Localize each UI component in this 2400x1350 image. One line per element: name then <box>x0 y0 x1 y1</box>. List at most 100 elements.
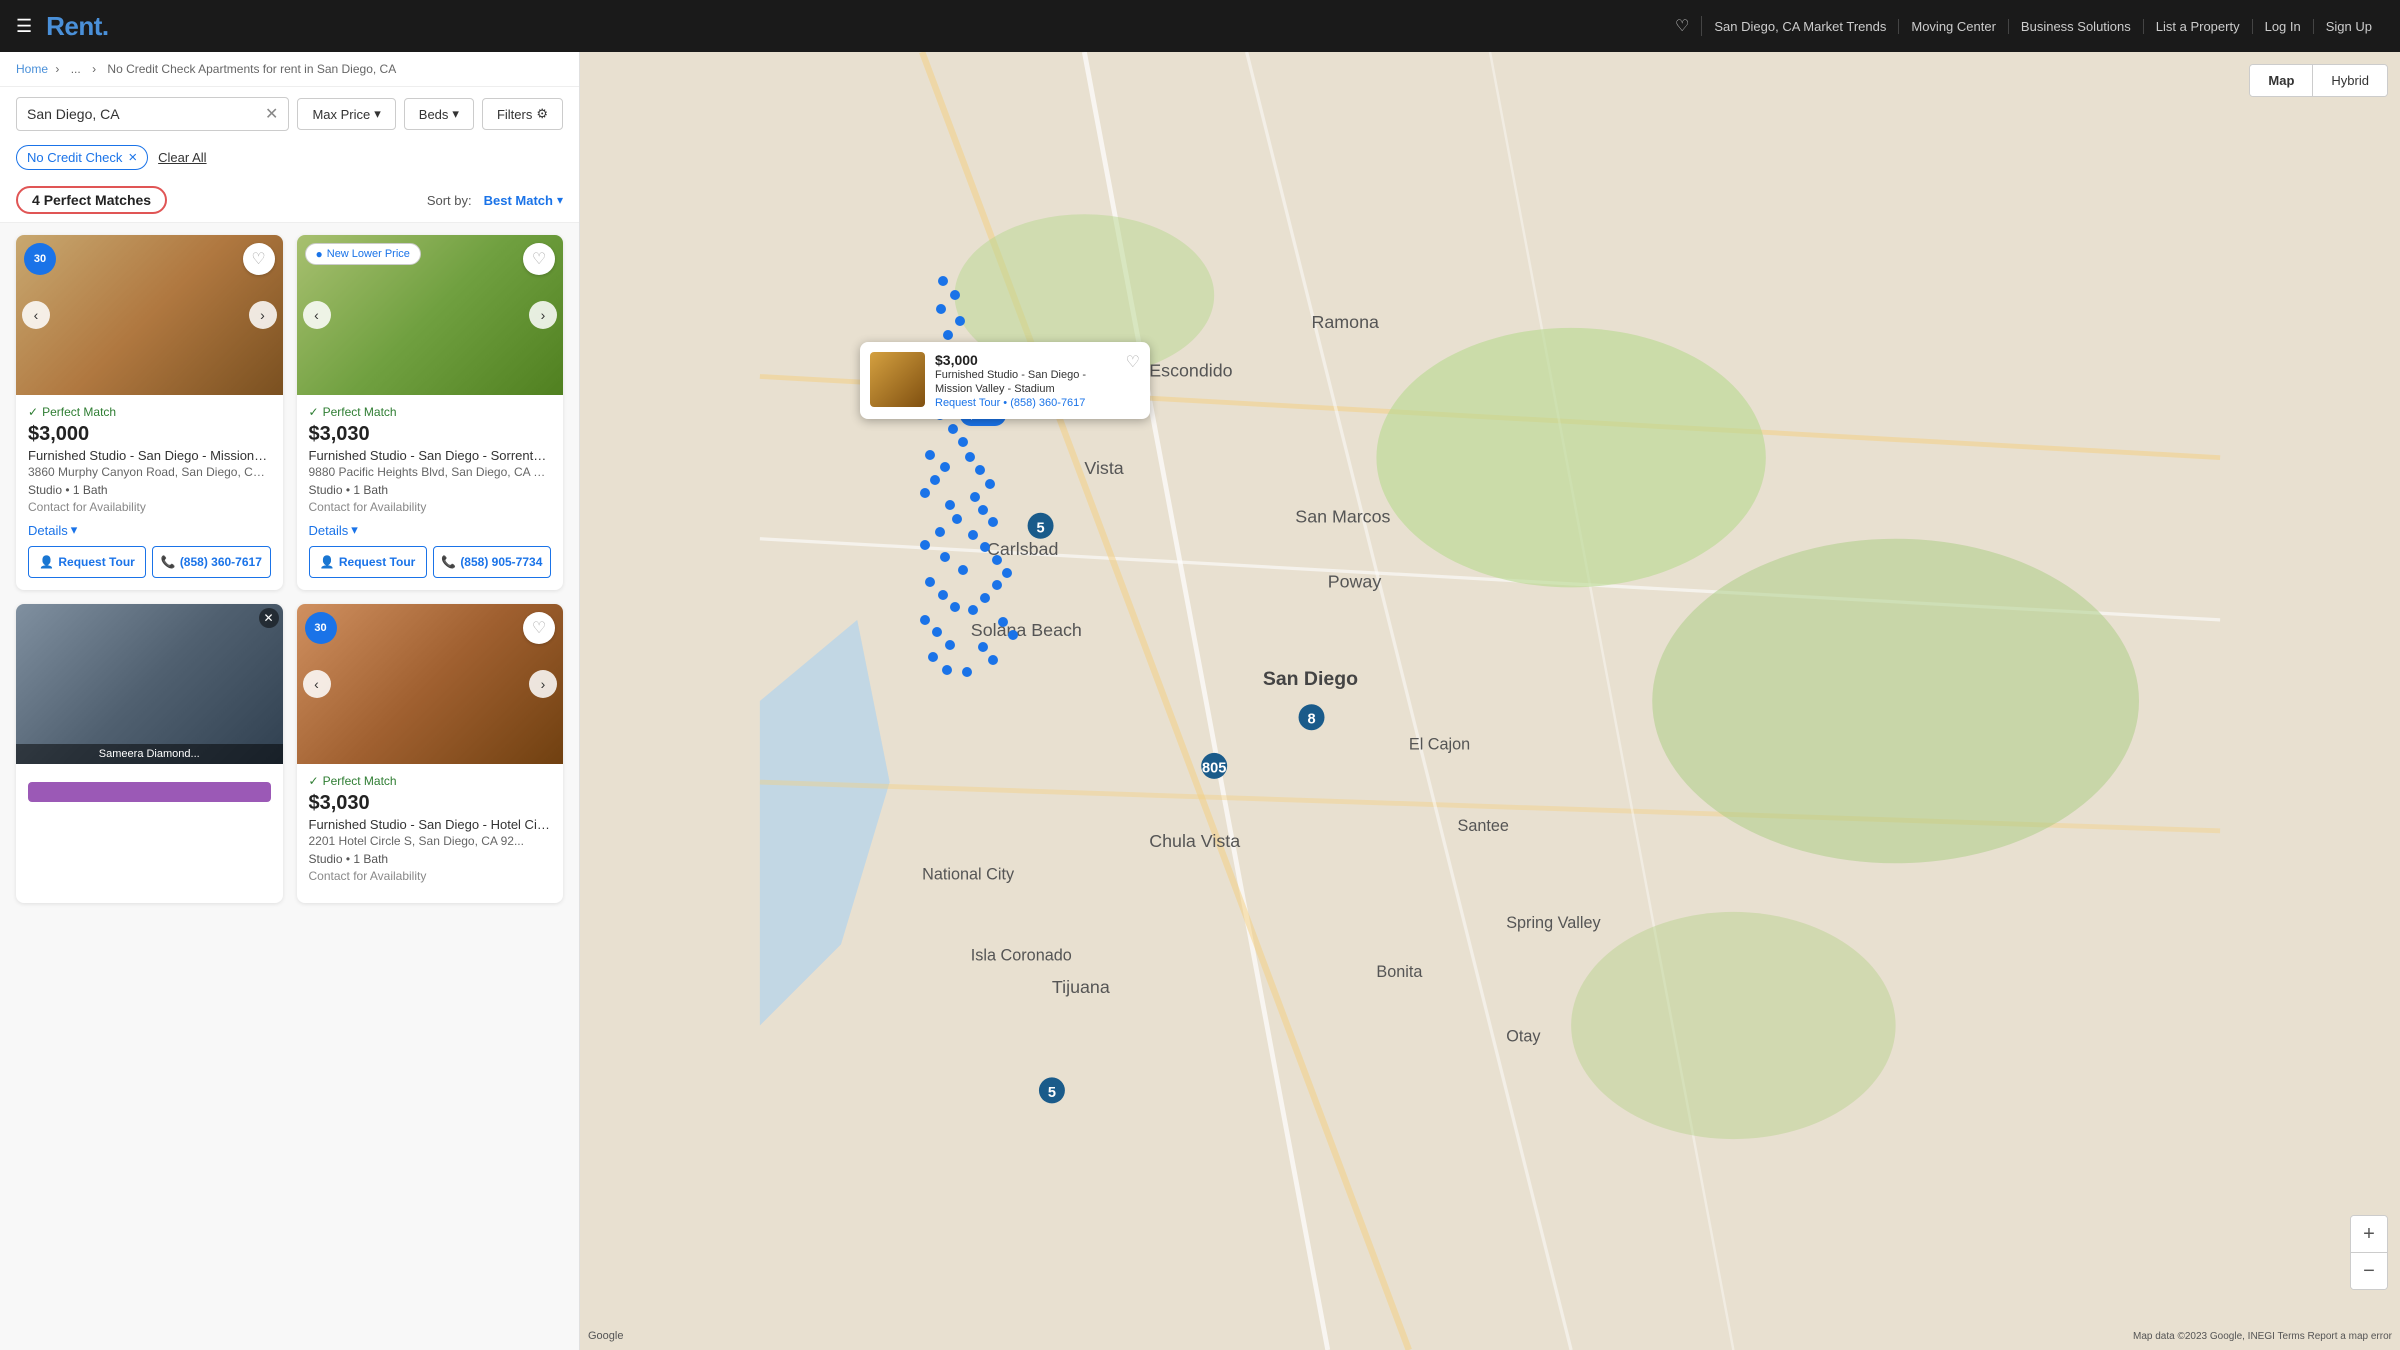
map-marker[interactable] <box>950 290 960 300</box>
image-prev-button[interactable]: ‹ <box>303 670 331 698</box>
remove-filter-icon[interactable]: × <box>128 149 137 166</box>
listing-name: Furnished Studio - San Diego - Sorrento … <box>309 448 552 463</box>
menu-icon[interactable]: ☰ <box>16 16 32 37</box>
map-marker[interactable] <box>968 605 978 615</box>
map-marker[interactable] <box>940 462 950 472</box>
image-next-button[interactable]: › <box>249 301 277 329</box>
ad-listing-card[interactable]: ✕ Sameera Diamond... <box>16 604 283 903</box>
no-credit-check-filter-tag[interactable]: No Credit Check × <box>16 145 148 170</box>
favorites-icon[interactable]: ♡ <box>1663 16 1702 36</box>
map-marker[interactable] <box>938 590 948 600</box>
image-next-button[interactable]: › <box>529 670 557 698</box>
map-marker[interactable] <box>978 505 988 515</box>
map-marker[interactable] <box>932 627 942 637</box>
nav-market-trends[interactable]: San Diego, CA Market Trends <box>1702 19 1899 34</box>
svg-text:San Marcos: San Marcos <box>1295 507 1390 527</box>
popup-link[interactable]: Request Tour • (858) 360-7617 <box>935 397 1116 409</box>
map-marker[interactable] <box>1002 568 1012 578</box>
nav-list-property[interactable]: List a Property <box>2144 19 2253 34</box>
nav-signup[interactable]: Sign Up <box>2314 19 2384 34</box>
map-marker[interactable] <box>1008 630 1018 640</box>
map-marker[interactable] <box>920 615 930 625</box>
map-marker[interactable] <box>970 492 980 502</box>
listing-card[interactable]: ● New Lower Price ♡ ‹ › ✓ Perfect Match … <box>297 235 564 590</box>
map-marker[interactable] <box>930 475 940 485</box>
map-container[interactable]: San Marcos Escondido Ramona Vista Carlsb… <box>580 52 2400 1350</box>
map-marker[interactable] <box>920 540 930 550</box>
request-tour-button[interactable]: 👤 Request Tour <box>309 546 427 578</box>
map-marker[interactable] <box>938 276 948 286</box>
map-marker[interactable] <box>945 640 955 650</box>
map-marker[interactable] <box>992 555 1002 565</box>
map-marker[interactable] <box>988 655 998 665</box>
details-button[interactable]: Details ▾ <box>28 522 77 538</box>
map-type-map-button[interactable]: Map <box>2250 65 2312 96</box>
map-marker[interactable] <box>992 580 1002 590</box>
max-price-button[interactable]: Max Price ▾ <box>297 98 395 130</box>
request-tour-button[interactable]: 👤 Request Tour <box>28 546 146 578</box>
popup-image <box>870 352 925 407</box>
details-button[interactable]: Details ▾ <box>309 522 358 538</box>
image-prev-button[interactable]: ‹ <box>303 301 331 329</box>
svg-text:8: 8 <box>1307 712 1315 728</box>
map-marker[interactable] <box>952 514 962 524</box>
thirty-day-badge: 30 <box>24 243 56 275</box>
map-marker[interactable] <box>962 667 972 677</box>
map-marker[interactable] <box>943 330 953 340</box>
clear-location-button[interactable]: ✕ <box>265 104 278 124</box>
map-marker[interactable] <box>968 530 978 540</box>
map-marker[interactable] <box>950 602 960 612</box>
location-input[interactable] <box>27 106 265 122</box>
save-listing-button[interactable]: ♡ <box>523 612 555 644</box>
clear-all-button[interactable]: Clear All <box>158 150 206 165</box>
map-marker[interactable] <box>948 424 958 434</box>
map-marker[interactable] <box>980 593 990 603</box>
save-listing-button[interactable]: ♡ <box>523 243 555 275</box>
map-marker[interactable] <box>958 565 968 575</box>
listing-card[interactable]: 30 ♡ ‹ › ✓ Perfect Match $3,030 Furnishe… <box>297 604 564 903</box>
map-marker[interactable] <box>925 450 935 460</box>
map-marker[interactable] <box>936 304 946 314</box>
map-marker[interactable] <box>975 465 985 475</box>
map-attribution: Map data ©2023 Google, INEGI Terms Repor… <box>2133 1331 2392 1342</box>
sort-by-value[interactable]: Best Match <box>484 193 553 208</box>
ad-action-bar[interactable] <box>28 782 271 802</box>
popup-save-button[interactable]: ♡ <box>1126 352 1140 372</box>
map-marker[interactable] <box>940 552 950 562</box>
map-marker[interactable] <box>925 577 935 587</box>
map-marker[interactable] <box>985 479 995 489</box>
beds-button[interactable]: Beds ▾ <box>404 98 474 130</box>
map-marker[interactable] <box>998 617 1008 627</box>
map-marker[interactable] <box>978 642 988 652</box>
filters-button[interactable]: Filters ⚙ <box>482 98 563 130</box>
nav-login[interactable]: Log In <box>2253 19 2314 34</box>
nav-business-solutions[interactable]: Business Solutions <box>2009 19 2144 34</box>
map-marker[interactable] <box>988 517 998 527</box>
phone-button[interactable]: 📞 (858) 360-7617 <box>152 546 270 578</box>
svg-text:5: 5 <box>1048 1085 1056 1101</box>
zoom-in-button[interactable]: + <box>2351 1216 2387 1252</box>
close-ad-button[interactable]: ✕ <box>259 608 279 628</box>
map-marker[interactable] <box>945 500 955 510</box>
map-marker[interactable] <box>920 488 930 498</box>
sort-chevron-icon[interactable]: ▾ <box>557 193 563 207</box>
map-marker[interactable] <box>965 452 975 462</box>
map-marker[interactable] <box>980 542 990 552</box>
listing-card[interactable]: 30 ♡ ‹ › ✓ Perfect Match $3,000 Furnishe… <box>16 235 283 590</box>
phone-button[interactable]: 📞 (858) 905-7734 <box>433 546 551 578</box>
map-type-hybrid-button[interactable]: Hybrid <box>2313 65 2387 96</box>
image-prev-button[interactable]: ‹ <box>22 301 50 329</box>
save-listing-button[interactable]: ♡ <box>243 243 275 275</box>
svg-text:Vista: Vista <box>1084 458 1123 478</box>
map-marker[interactable] <box>935 527 945 537</box>
breadcrumb-home[interactable]: Home <box>16 62 48 76</box>
zoom-out-button[interactable]: − <box>2351 1253 2387 1289</box>
map-marker[interactable] <box>955 316 965 326</box>
map-marker[interactable] <box>928 652 938 662</box>
map-marker[interactable] <box>942 665 952 675</box>
site-logo[interactable]: Rent. <box>46 11 109 42</box>
map-panel: San Marcos Escondido Ramona Vista Carlsb… <box>580 52 2400 1350</box>
map-marker[interactable] <box>958 437 968 447</box>
nav-moving-center[interactable]: Moving Center <box>1899 19 2009 34</box>
image-next-button[interactable]: › <box>529 301 557 329</box>
